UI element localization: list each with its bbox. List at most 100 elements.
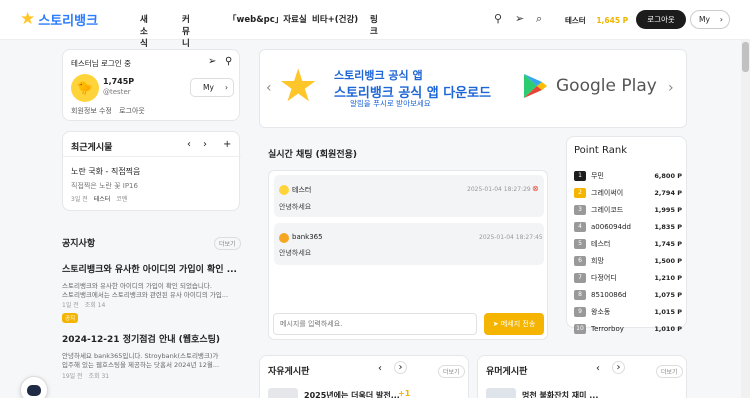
rank-row[interactable]: 2 그레이써이 2,794 P bbox=[574, 184, 682, 201]
meta-date: 1일 전 bbox=[62, 302, 79, 309]
notice-item-title[interactable]: 스토리뱅크와 유사한 아이디의 가입이 확인 ... bbox=[62, 262, 237, 275]
rank-points: 1,210 P bbox=[654, 273, 682, 282]
chat-message-text: 안녕하세요 bbox=[279, 249, 312, 257]
rank-badge: 4 bbox=[574, 221, 586, 232]
free-board-more-button[interactable]: 더보기 bbox=[438, 365, 465, 378]
divider bbox=[63, 156, 241, 157]
rank-row[interactable]: 6 희망 1,500 P bbox=[574, 252, 682, 269]
rank-points: 1,010 P bbox=[654, 324, 682, 333]
chat-send-button[interactable]: ➤ 메세지 전송 bbox=[484, 313, 544, 335]
rank-name: 8510086d bbox=[591, 290, 627, 299]
notice-item-meta: 1일 전 조회 14 bbox=[62, 300, 105, 309]
rank-row[interactable]: 3 그레이코드 1,995 P bbox=[574, 201, 682, 218]
top-header: ★ 스토리뱅크 새소식 커뮤니티 「web&pc」자료실 비타+(건강) 링크 … bbox=[0, 0, 750, 61]
chevron-right-icon[interactable]: › bbox=[668, 80, 674, 96]
rank-row[interactable]: 8 8510086d 1,075 P bbox=[574, 286, 682, 303]
star-logo-icon: ★ bbox=[20, 9, 36, 29]
avatar: 🐤 bbox=[71, 74, 99, 102]
chevron-left-icon[interactable]: ‹ bbox=[596, 363, 600, 374]
scrollbar-thumb[interactable] bbox=[742, 42, 749, 72]
page-scrollbar[interactable] bbox=[741, 40, 750, 398]
chat-message-text: 안녕하세요 bbox=[279, 203, 312, 211]
rank-points: 1,745 P bbox=[654, 239, 682, 248]
chat-bubble-icon bbox=[27, 384, 41, 396]
chevron-right-icon[interactable]: › bbox=[203, 139, 207, 150]
point-rank-title: Point Rank bbox=[574, 145, 627, 156]
logo-text: 스토리뱅크 bbox=[38, 14, 99, 29]
recent-posts-title: 최근게시물 bbox=[71, 143, 113, 153]
plus-icon[interactable]: + bbox=[223, 139, 231, 150]
rank-row[interactable]: 5 테스터 1,745 P bbox=[574, 235, 682, 252]
chevron-right-icon[interactable]: › bbox=[612, 361, 625, 374]
pin-icon[interactable]: ⚲ bbox=[225, 56, 232, 67]
profile-points: 1,745P bbox=[103, 77, 135, 86]
chat-message-user: bank365 bbox=[292, 233, 323, 241]
nav-item-news[interactable]: 새소식 bbox=[140, 13, 148, 49]
chevron-left-icon[interactable]: ‹ bbox=[266, 80, 272, 96]
rank-row[interactable]: 1 무민 6,800 P bbox=[574, 167, 682, 184]
notice-tag-badge: 공지 bbox=[62, 313, 79, 323]
chevron-left-icon[interactable]: ‹ bbox=[187, 139, 191, 150]
delete-icon[interactable]: ⊗ bbox=[532, 184, 539, 193]
chevron-left-icon[interactable]: ‹ bbox=[378, 363, 382, 374]
rank-points: 1,995 P bbox=[654, 205, 682, 214]
my-button[interactable]: My › bbox=[690, 10, 730, 29]
recent-item-desc: 직접찍은 노란 꽃 IP16 bbox=[71, 182, 138, 190]
rank-row[interactable]: 4 a006094dd 1,835 P bbox=[574, 218, 682, 235]
banner-line1: 스토리뱅크 공식 앱 bbox=[334, 69, 423, 82]
rank-badge: 6 bbox=[574, 255, 586, 266]
profile-my-button[interactable]: My › bbox=[190, 78, 234, 97]
nav-item-link[interactable]: 링크 bbox=[370, 13, 378, 37]
chat-title: 실시간 채팅 (회원전용) bbox=[268, 150, 358, 160]
rank-badge: 3 bbox=[574, 204, 586, 215]
chevron-right-icon: › bbox=[225, 83, 228, 92]
app-download-banner[interactable]: ‹ ★ 스토리뱅크 공식 앱 스토리뱅크 공식 앱 다운로드 알림을 푸시로 받… bbox=[259, 49, 687, 128]
chevron-right-icon: › bbox=[719, 15, 723, 24]
rank-name: a006094dd bbox=[591, 222, 631, 231]
edit-profile-link[interactable]: 회원정보 수정 bbox=[71, 107, 112, 115]
humor-board-item-title[interactable]: 멍천 불화잔치 재미 ... bbox=[522, 390, 598, 398]
profile-handle: @tester bbox=[103, 88, 131, 96]
rank-row[interactable]: 10 Terrorboy 1,010 P bbox=[574, 320, 682, 337]
floating-chat-button[interactable] bbox=[20, 376, 48, 398]
free-board-item-title[interactable]: 2025년에는 더욱더 발전... bbox=[304, 390, 400, 398]
search-icon[interactable]: ⌕ bbox=[536, 12, 542, 26]
logout-button[interactable]: 로그아웃 bbox=[636, 10, 686, 29]
chat-message: 테스터 2025-01-04 18:27:29 ⊗ 안녕하세요 bbox=[274, 175, 544, 217]
humor-board-more-button[interactable]: 더보기 bbox=[656, 365, 683, 378]
rank-points: 2,794 P bbox=[654, 188, 682, 197]
point-rank-card: Point Rank 1 무민 6,800 P 2 그레이써이 2,794 P 3 그레이… bbox=[566, 136, 687, 334]
google-play-icon bbox=[524, 74, 547, 98]
notice-item-desc: 입주해 있는 웹호스팅을 제공하는 닷홈서 2024년 12월... bbox=[62, 361, 220, 369]
point-rank-list: 1 무민 6,800 P 2 그레이써이 2,794 P 3 그레이코드 1,995 P 4… bbox=[574, 167, 682, 337]
notice-item-title[interactable]: 2024-12-21 정기점검 안내 (웹호스팅) bbox=[62, 332, 220, 345]
meta-date: 3일 전 bbox=[71, 196, 88, 203]
recent-item-title[interactable]: 노란 국화 - 직접찍음 bbox=[71, 166, 140, 177]
send-icon[interactable]: ➢ bbox=[515, 12, 524, 25]
pin-icon[interactable]: ⚲ bbox=[494, 12, 502, 25]
profile-links: 회원정보 수정 로그아웃 bbox=[71, 106, 145, 116]
chat-message-input[interactable] bbox=[273, 313, 477, 335]
rank-row[interactable]: 7 다정어디 1,210 P bbox=[574, 269, 682, 286]
rank-name: 왕소동 bbox=[591, 307, 611, 316]
rank-badge: 7 bbox=[574, 272, 586, 283]
notice-title: 공지사항 bbox=[62, 239, 96, 249]
site-logo[interactable]: ★ 스토리뱅크 bbox=[20, 9, 99, 30]
chevron-right-icon[interactable]: › bbox=[394, 361, 407, 374]
thumbnail bbox=[486, 388, 516, 398]
header-username: 테스터 bbox=[565, 16, 586, 25]
rank-name: Terrorboy bbox=[591, 324, 624, 333]
chat-message-time: 2025-01-04 18:27:29 bbox=[467, 186, 531, 193]
free-board-card: 자유게시판 ‹ › 더보기 2025년에는 더욱더 발전... +1 bbox=[259, 355, 469, 398]
header-points: 1,645 P bbox=[596, 16, 629, 25]
rank-row[interactable]: 9 왕소동 1,015 P bbox=[574, 303, 682, 320]
rank-name: 희망 bbox=[591, 256, 604, 265]
nav-item-vita[interactable]: 비타+(건강) bbox=[312, 13, 358, 25]
notice-item-desc: 스토리뱅크에서는 스토리뱅크와 관련된 유사 아이디의 가입... bbox=[62, 291, 229, 299]
notice-more-button[interactable]: 더보기 bbox=[214, 237, 241, 250]
profile-logout-link[interactable]: 로그아웃 bbox=[119, 107, 145, 115]
chat-send-label: 메세지 전송 bbox=[500, 320, 536, 328]
rank-points: 1,835 P bbox=[654, 222, 682, 231]
nav-item-webpc[interactable]: 「web&pc」자료실 bbox=[228, 13, 307, 25]
send-icon[interactable]: ➢ bbox=[208, 56, 216, 67]
